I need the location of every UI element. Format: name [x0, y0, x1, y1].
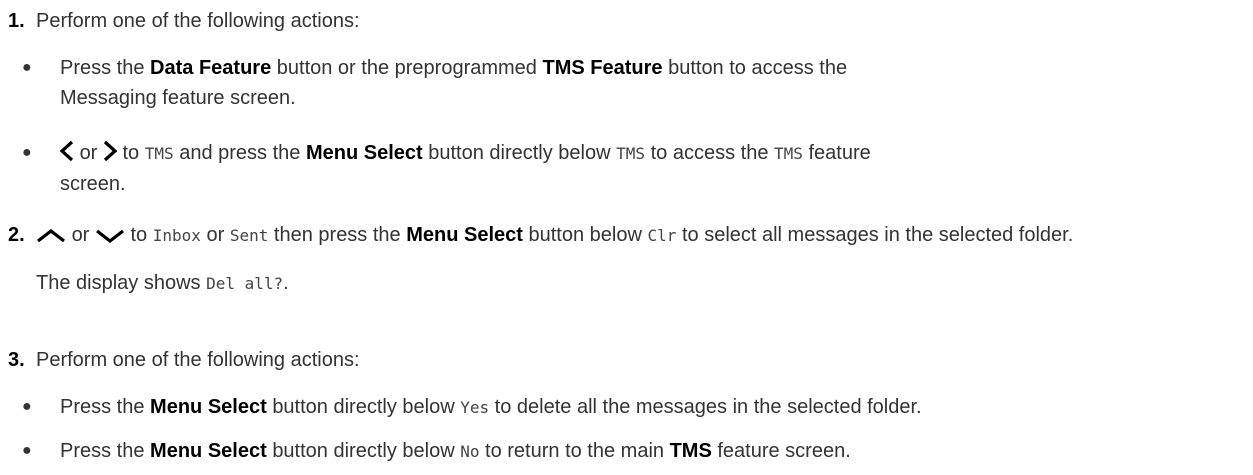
no-code: No: [460, 442, 480, 461]
yes-code: Yes: [460, 398, 490, 417]
bullet-icon: ●: [22, 59, 32, 76]
text: to: [130, 224, 148, 246]
text: screen.: [60, 173, 126, 195]
option-text: Press the Data Feature button or the pre…: [60, 53, 1245, 113]
down-arrow-icon: [95, 228, 125, 244]
text: to: [122, 142, 140, 164]
text: and press the: [179, 142, 301, 164]
tms-feature-label: TMS Feature: [542, 57, 663, 79]
tms-code: TMS: [616, 144, 646, 163]
text: or: [206, 224, 225, 246]
text: button below: [528, 224, 642, 246]
text: button to access the: [668, 57, 848, 79]
option-text: Press the Menu Select button directly be…: [60, 392, 1245, 423]
display-code: Del all?: [206, 274, 284, 293]
menu-select-label: Menu Select: [150, 440, 267, 462]
text: or: [79, 142, 98, 164]
clr-code: Clr: [647, 226, 677, 245]
text: button directly below: [428, 142, 611, 164]
text: feature: [808, 142, 871, 164]
bullet-icon: ●: [22, 398, 32, 415]
tms-label: TMS: [669, 440, 712, 462]
data-feature-label: Data Feature: [150, 57, 272, 79]
step-number: 2.: [8, 224, 25, 246]
text: feature screen.: [717, 440, 851, 462]
procedure: 1. Perform one of the following actions:…: [0, 0, 1253, 475]
text: Press the: [60, 396, 145, 418]
step-result: The display shows Del all?.: [36, 268, 1245, 299]
text: Press the: [60, 440, 145, 462]
option-text: or to TMS and press the Menu Select butt…: [60, 138, 1245, 199]
step-text: or to Inbox or Sent then press the Menu …: [36, 220, 1245, 299]
text: The display shows: [36, 272, 201, 294]
text: to access the: [650, 142, 769, 164]
menu-select-label: Menu Select: [406, 224, 523, 246]
menu-select-label: Menu Select: [150, 396, 267, 418]
text: button directly below: [272, 440, 455, 462]
sent-code: Sent: [229, 226, 269, 245]
inbox-code: Inbox: [152, 226, 201, 245]
text: to select all messages in the selected f…: [681, 224, 1074, 246]
menu-select-label: Menu Select: [305, 142, 423, 164]
step-number: 3.: [8, 349, 25, 371]
bullet-icon: ●: [22, 442, 32, 459]
option-text: Press the Menu Select button directly be…: [60, 436, 1245, 467]
bullet-icon: ●: [22, 144, 32, 161]
step-number: 1.: [8, 10, 25, 32]
step-text: Perform one of the following actions:: [36, 349, 360, 371]
text: to return to the main: [485, 440, 665, 462]
text: or: [71, 224, 90, 246]
step-text: Perform one of the following actions:: [36, 10, 360, 32]
text: .: [283, 272, 289, 294]
text: button directly below: [272, 396, 455, 418]
text: button or the preprogrammed: [276, 57, 537, 79]
tms-code: TMS: [774, 144, 803, 163]
up-arrow-icon: [36, 228, 66, 244]
tms-code: TMS: [144, 144, 174, 163]
left-arrow-icon: [60, 140, 74, 162]
right-arrow-icon: [103, 140, 117, 162]
text: to delete all the messages in the select…: [494, 396, 922, 418]
text: Press the: [60, 57, 145, 79]
text: then press the: [273, 224, 401, 246]
text: Messaging feature screen.: [60, 87, 296, 109]
